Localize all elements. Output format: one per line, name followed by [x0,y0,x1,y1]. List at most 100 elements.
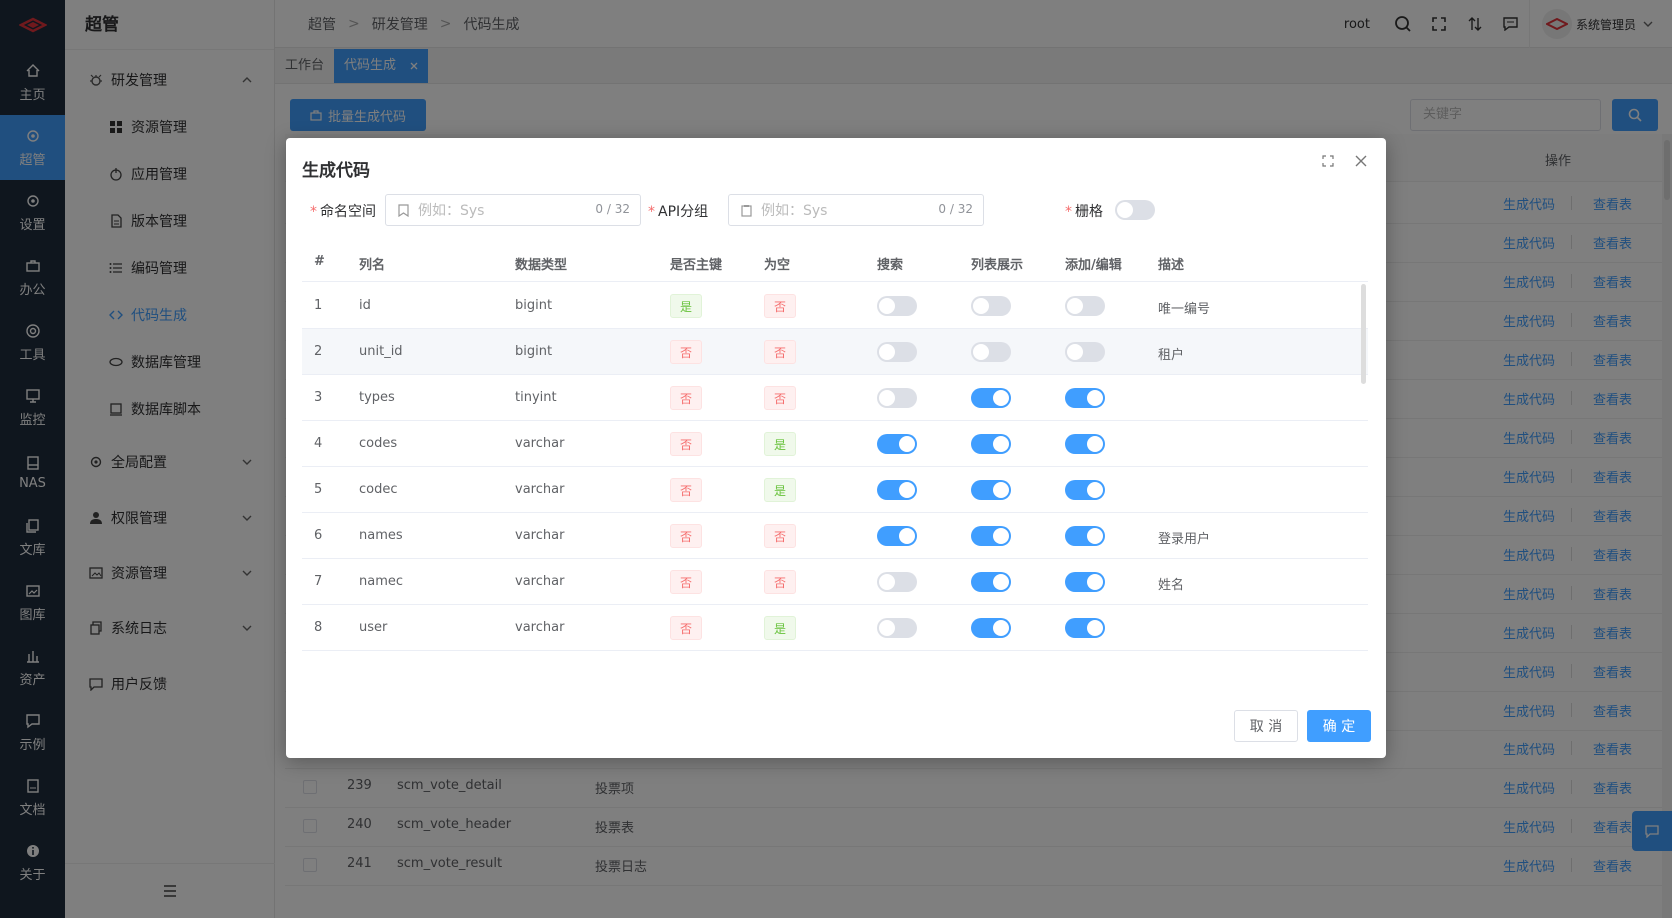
pk-tag: 是 [670,294,702,318]
edit-switch[interactable] [1065,342,1105,362]
column-name: namec [359,574,404,589]
col-header-name: 列名 [359,258,386,273]
maximize-icon[interactable] [1322,155,1334,167]
column-index: 2 [314,344,323,359]
list-switch[interactable] [971,572,1011,592]
bookmark-icon [398,203,409,217]
column-index: 4 [314,436,323,451]
search-switch[interactable] [877,434,917,454]
edit-switch[interactable] [1065,572,1105,592]
pk-tag: 否 [670,432,702,456]
api-group-label: * API分组 [648,204,709,220]
column-index: 7 [314,574,323,589]
column-name: codec [359,482,398,497]
column-type: varchar [515,436,565,451]
col-header-edit: 添加/编辑 [1065,258,1122,273]
column-name: user [359,620,388,635]
column-row: 3 types tinyint 否 否 [302,375,1368,421]
grid-label: * 栅格 [1065,204,1103,220]
namespace-label: * 命名空间 [310,204,376,220]
column-row: 7 namec varchar 否 否 姓名 [302,559,1368,605]
column-row: 6 names varchar 否 否 登录用户 [302,513,1368,559]
namespace-count: 0 / 32 [595,202,630,216]
generate-code-dialog: 生成代码 * 命名空间 例如：Sys 0 / 32 * API分组 例如：Sys 0… [286,138,1386,758]
col-header-search: 搜索 [877,258,904,273]
edit-switch[interactable] [1065,618,1105,638]
column-table-header: # 列名 数据类型 是否主键 为空 搜索 列表展示 添加/编辑 描述 [302,242,1368,282]
column-name: types [359,390,395,405]
column-type: varchar [515,620,565,635]
col-header-type: 数据类型 [515,258,568,273]
nullable-tag: 否 [764,386,796,410]
column-index: 8 [314,620,323,635]
edit-switch[interactable] [1065,480,1105,500]
api-group-placeholder: 例如：Sys [761,203,828,219]
close-icon[interactable] [1354,154,1368,168]
search-switch[interactable] [877,296,917,316]
column-row: 2 unit_id bigint 否 否 租户 [302,329,1368,375]
nullable-tag: 是 [764,616,796,640]
column-index: 5 [314,482,323,497]
column-description: 登录用户 [1158,532,1211,547]
column-description: 唯一编号 [1158,302,1211,317]
edit-switch[interactable] [1065,434,1105,454]
column-row: 8 user varchar 否 是 [302,605,1368,651]
col-header-pk: 是否主键 [670,258,723,273]
list-switch[interactable] [971,618,1011,638]
cancel-button[interactable]: 取 消 [1234,710,1298,742]
edit-switch[interactable] [1065,296,1105,316]
column-name: names [359,528,403,543]
namespace-input[interactable]: 例如：Sys 0 / 32 [385,194,641,226]
column-type: varchar [515,574,565,589]
column-type: varchar [515,528,565,543]
nullable-tag: 否 [764,524,796,548]
search-switch[interactable] [877,480,917,500]
list-switch[interactable] [971,480,1011,500]
search-switch[interactable] [877,572,917,592]
col-header-desc: 描述 [1158,258,1185,273]
list-switch[interactable] [971,296,1011,316]
list-switch[interactable] [971,434,1011,454]
search-switch[interactable] [877,526,917,546]
column-index: 1 [314,298,323,313]
column-description: 姓名 [1158,578,1185,593]
namespace-placeholder: 例如：Sys [418,203,485,219]
api-group-count: 0 / 32 [938,202,973,216]
edit-switch[interactable] [1065,388,1105,408]
column-type: tinyint [515,390,557,405]
list-switch[interactable] [971,342,1011,362]
nullable-tag: 是 [764,432,796,456]
column-row: 5 codec varchar 否 是 [302,467,1368,513]
pk-tag: 否 [670,570,702,594]
pk-tag: 否 [670,340,702,364]
nullable-tag: 否 [764,570,796,594]
column-table: # 列名 数据类型 是否主键 为空 搜索 列表展示 添加/编辑 描述 1 id bi… [302,242,1368,662]
nullable-tag: 否 [764,340,796,364]
column-table-scrollbar[interactable] [1361,284,1366,384]
column-name: id [359,298,371,313]
column-index: 3 [314,390,323,405]
column-description: 租户 [1158,348,1185,363]
pk-tag: 否 [670,616,702,640]
search-switch[interactable] [877,342,917,362]
column-row [302,651,1368,662]
col-header-list: 列表展示 [971,258,1024,273]
list-switch[interactable] [971,388,1011,408]
col-header-nullable: 为空 [764,258,791,273]
grid-switch[interactable] [1115,200,1155,220]
confirm-button[interactable]: 确 定 [1307,710,1371,742]
pk-tag: 否 [670,478,702,502]
api-group-input[interactable]: 例如：Sys 0 / 32 [728,194,984,226]
column-row: 1 id bigint 是 否 唯一编号 [302,283,1368,329]
search-switch[interactable] [877,388,917,408]
edit-switch[interactable] [1065,526,1105,546]
list-switch[interactable] [971,526,1011,546]
dialog-title: 生成代码 [302,161,370,181]
column-index: 6 [314,528,323,543]
clipboard-icon [741,204,752,217]
search-switch[interactable] [877,618,917,638]
column-type: bigint [515,298,553,313]
column-row: 4 codes varchar 否 是 [302,421,1368,467]
nullable-tag: 否 [764,294,796,318]
nullable-tag: 是 [764,478,796,502]
